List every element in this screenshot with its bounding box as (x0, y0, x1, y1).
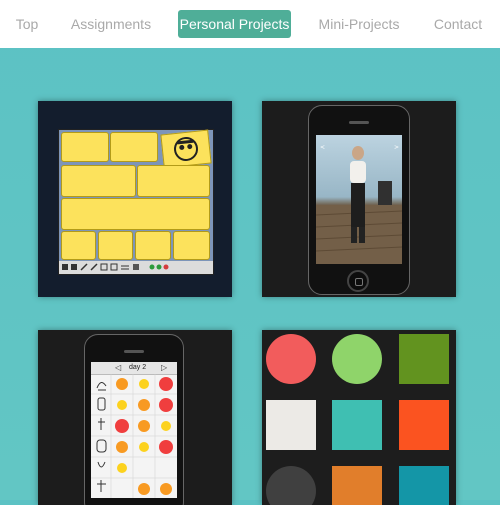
block (135, 231, 171, 260)
toolbar-icons (62, 263, 169, 271)
nav-mini-projects[interactable]: Mini-Projects (312, 10, 406, 38)
svg-text:>: > (394, 144, 399, 151)
nav-top[interactable]: Top (8, 10, 46, 38)
project-tile-palette[interactable] (262, 330, 456, 505)
phone-speaker (349, 121, 369, 124)
color-swatch-ocean-blue (399, 466, 449, 505)
forward-arrow-icon[interactable]: ▷ (161, 362, 167, 374)
block (61, 165, 136, 197)
color-swatch-off-white (266, 400, 316, 450)
face-sticker (160, 129, 212, 169)
project-tile-habit-tracker[interactable]: ◁ day 2 ▷ (38, 330, 232, 505)
color-swatch-olive-green (399, 334, 449, 384)
phone-speaker (124, 350, 144, 353)
block (173, 231, 210, 260)
color-swatch-teal (332, 400, 382, 450)
planner-screen (58, 129, 214, 275)
project-tile-planner[interactable] (38, 101, 232, 297)
top-navbar: Top Assignments Personal Projects Mini-P… (0, 0, 500, 48)
block (61, 132, 109, 162)
phone-mockup: ◁ day 2 ▷ (84, 334, 184, 505)
color-swatch-orange (332, 466, 382, 505)
model-photo: < > (316, 135, 402, 264)
color-swatch-red (266, 334, 316, 384)
color-swatch-charcoal (266, 466, 316, 505)
face-icon (174, 137, 198, 161)
block (61, 198, 210, 230)
planner-toolbar (59, 261, 213, 274)
color-swatch-light-green (332, 334, 382, 384)
svg-text:<: < (320, 144, 325, 151)
phone-home-button (347, 270, 369, 292)
tracker-day-label: day 2 (129, 364, 147, 371)
block (137, 165, 210, 197)
block (61, 231, 96, 260)
block (98, 231, 133, 260)
tracker-grid (91, 374, 177, 498)
nav-contact[interactable]: Contact (424, 10, 492, 38)
back-arrow-icon[interactable]: ◁ (115, 362, 121, 374)
color-swatch-orange-red (399, 400, 449, 450)
exercise-icons (96, 382, 107, 492)
block (110, 132, 158, 162)
tracker-screen: ◁ day 2 ▷ (91, 362, 177, 498)
project-tile-fashion[interactable]: < > (262, 101, 456, 297)
nav-personal-projects[interactable]: Personal Projects (178, 10, 291, 38)
phone-mockup: < > (308, 105, 410, 295)
nav-assignments[interactable]: Assignments (66, 10, 156, 38)
